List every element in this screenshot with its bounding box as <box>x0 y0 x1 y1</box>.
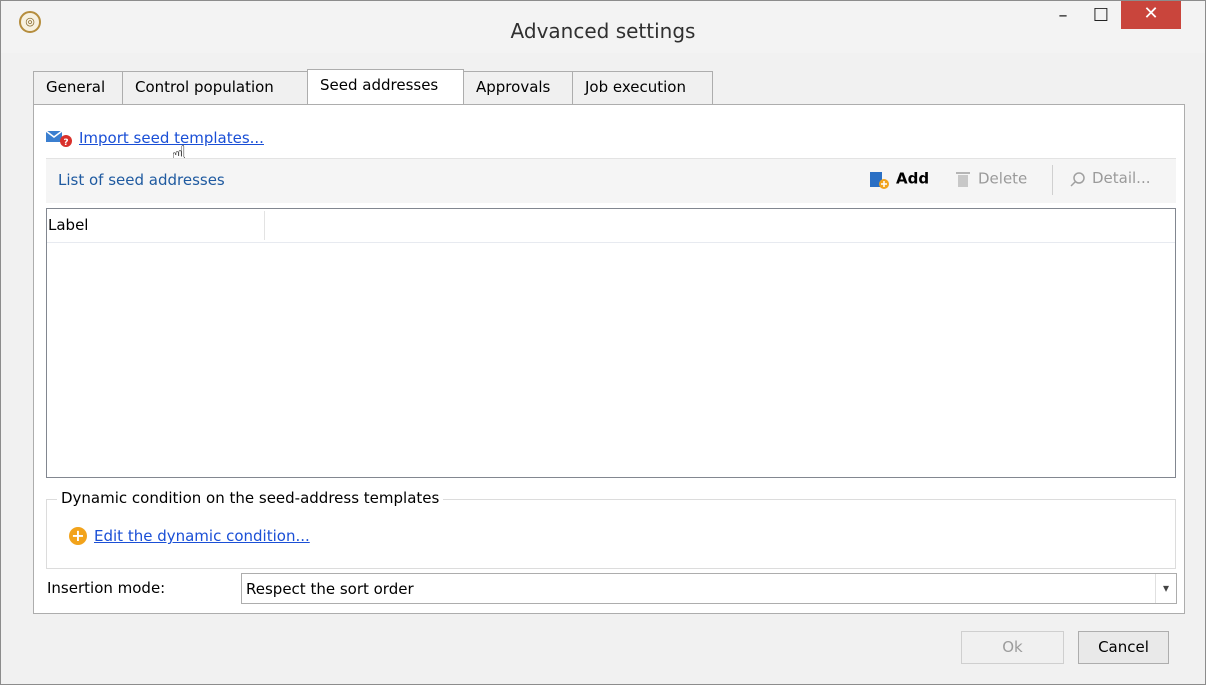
chevron-down-icon[interactable]: ▾ <box>1155 574 1176 603</box>
column-header-row: Label <box>47 209 1175 243</box>
column-header-label[interactable]: Label <box>48 216 88 234</box>
advanced-settings-dialog: ◎ Advanced settings – ☐ ✕ General Contro… <box>0 0 1206 685</box>
close-button[interactable]: ✕ <box>1121 1 1181 29</box>
edit-dynamic-condition-link[interactable]: Edit the dynamic condition... <box>94 527 310 545</box>
seed-list-toolbar: List of seed addresses Add Delete Detail… <box>46 158 1176 203</box>
window-title: Advanced settings <box>510 19 696 43</box>
tab-control-population[interactable]: Control population <box>122 71 308 104</box>
add-label: Add <box>896 169 930 188</box>
tab-approvals[interactable]: Approvals <box>463 71 573 104</box>
delete-label: Delete <box>978 169 1028 188</box>
tab-general[interactable]: General <box>33 71 123 104</box>
insertion-mode-select[interactable]: Respect the sort order ▾ <box>241 573 1177 604</box>
seed-address-list[interactable]: Label <box>46 208 1176 478</box>
ok-button[interactable]: Ok <box>961 631 1064 664</box>
cancel-button[interactable]: Cancel <box>1078 631 1169 664</box>
search-icon <box>1070 171 1085 187</box>
tab-job-execution[interactable]: Job execution <box>572 71 713 104</box>
detail-button[interactable]: Detail... <box>1070 169 1151 187</box>
import-envelope-icon: ? <box>45 130 72 148</box>
delete-button[interactable]: Delete <box>954 169 1027 189</box>
toolbar-separator <box>1052 165 1053 195</box>
column-divider[interactable] <box>264 211 265 240</box>
insertion-mode-label: Insertion mode: <box>47 579 166 597</box>
maximize-button[interactable]: ☐ <box>1084 1 1118 35</box>
dynamic-condition-group-title: Dynamic condition on the seed-address te… <box>57 489 444 507</box>
detail-label: Detail... <box>1092 169 1151 187</box>
add-icon <box>870 172 889 189</box>
minimize-button[interactable]: – <box>1046 1 1080 35</box>
insertion-mode-value: Respect the sort order <box>246 580 414 598</box>
add-condition-icon[interactable]: + <box>69 527 87 545</box>
add-button[interactable]: Add <box>868 169 929 189</box>
title-bar: ◎ Advanced settings – ☐ ✕ <box>1 1 1205 53</box>
svg-text:?: ? <box>63 138 68 148</box>
list-title: List of seed addresses <box>58 171 225 189</box>
tab-seed-addresses[interactable]: Seed addresses <box>307 69 464 104</box>
trash-icon <box>956 172 970 187</box>
